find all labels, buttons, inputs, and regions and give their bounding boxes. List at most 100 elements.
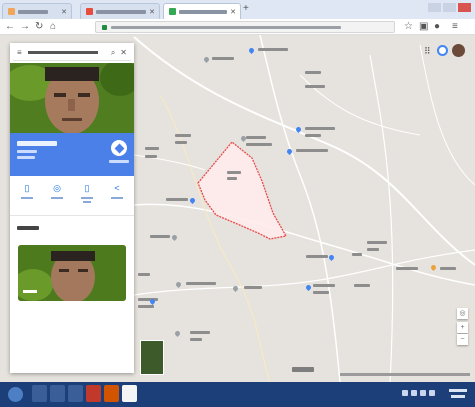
map-label (306, 255, 328, 258)
share-button[interactable]: < (103, 183, 131, 199)
address-bar[interactable] (95, 21, 395, 33)
map-label (150, 235, 170, 238)
tab-close-icon[interactable]: ✕ (230, 9, 236, 16)
search-query (27, 51, 98, 54)
account-avatar[interactable] (452, 44, 465, 57)
zoom-out-button[interactable]: − (457, 334, 468, 345)
home-icon[interactable]: ⌂ (50, 21, 56, 32)
directions-button[interactable] (111, 140, 127, 156)
tray-icon[interactable] (402, 390, 408, 396)
map-label (313, 284, 335, 287)
map-label (354, 284, 370, 287)
map-label (440, 267, 456, 270)
search-box[interactable]: ≡ ⌕ ✕ (13, 45, 131, 61)
action-label (81, 197, 93, 199)
map-label (396, 267, 418, 270)
directions-label (109, 160, 129, 163)
desktop: ✕ ✕ ✕ + ← → ↻ ⌂ ☆ ▣ ● ≡ + − ◎ ⠿ ≡ ⌕ ✕ ▯ … (0, 0, 475, 407)
map-label (175, 141, 187, 144)
action-label (21, 197, 33, 199)
browser-tab-2[interactable]: ✕ (80, 3, 160, 19)
taskbar-app-icon[interactable] (32, 385, 47, 402)
search-icon[interactable]: ⌕ (111, 48, 115, 57)
map-label (227, 171, 241, 174)
map-label (246, 136, 266, 139)
bookmark-star-icon[interactable]: ☆ (404, 21, 413, 32)
nearby-icon: ◎ (53, 183, 61, 193)
map-attribution (340, 373, 470, 376)
map-label (305, 85, 325, 88)
browser-tab-strip: ✕ ✕ ✕ + (0, 0, 475, 19)
minimize-icon[interactable] (428, 3, 441, 12)
maximize-icon[interactable] (443, 3, 456, 12)
map-label (166, 198, 188, 201)
profile-icon[interactable]: ● (434, 21, 440, 32)
tab-favicon-icon (8, 8, 15, 15)
close-window-icon[interactable] (458, 3, 471, 12)
reload-icon[interactable]: ↻ (35, 21, 43, 32)
share-icon: < (114, 183, 120, 193)
taskbar-app-icon[interactable] (68, 385, 83, 402)
save-button[interactable]: ▯ (13, 183, 41, 199)
action-row: ▯ ◎ ▯ < (10, 178, 134, 216)
place-subtitle-2 (17, 156, 35, 159)
send-to-phone-button[interactable]: ▯ (73, 183, 101, 203)
taskbar-clock[interactable] (449, 389, 467, 392)
back-icon[interactable]: ← (5, 21, 15, 32)
photo-caption (23, 290, 37, 293)
map-label (305, 71, 321, 74)
place-name (17, 141, 57, 146)
tab-title (18, 9, 48, 14)
browser-toolbar: ← → ↻ ⌂ ☆ ▣ ● ≡ (0, 19, 475, 35)
google-logo (292, 367, 314, 372)
extension-icon[interactable]: ▣ (419, 21, 428, 32)
map-label (175, 134, 191, 137)
satellite-layer-thumbnail[interactable] (140, 340, 164, 375)
map-label (305, 127, 335, 130)
map-label (367, 248, 379, 251)
my-location-icon[interactable]: ◎ (457, 308, 468, 319)
tray-icon[interactable] (420, 390, 426, 396)
taskbar-app-icon[interactable] (86, 385, 101, 402)
tab-title (96, 9, 146, 14)
tab-close-icon[interactable]: ✕ (149, 9, 155, 16)
place-info-panel: ≡ ⌕ ✕ ▯ ◎ ▯ < (10, 43, 134, 373)
zoom-in-button[interactable]: + (457, 322, 468, 333)
map-label (305, 134, 321, 137)
taskbar-app-icon[interactable] (50, 385, 65, 402)
lock-icon (102, 24, 107, 30)
map-label (313, 291, 329, 294)
notifications-icon[interactable] (437, 45, 448, 56)
photo-face (10, 63, 134, 133)
taskbar-app-icon[interactable] (104, 385, 119, 402)
start-icon[interactable] (8, 387, 23, 402)
forward-icon[interactable]: → (20, 21, 30, 32)
place-header (10, 133, 134, 176)
nearby-button[interactable]: ◎ (43, 183, 71, 199)
map-label (212, 57, 234, 60)
menu-icon[interactable]: ≡ (452, 21, 458, 32)
map-label (296, 149, 328, 152)
new-tab-icon[interactable]: + (243, 3, 249, 14)
tab-close-icon[interactable]: ✕ (61, 9, 67, 16)
photo-thumbnail[interactable] (18, 245, 126, 301)
map-label (258, 48, 288, 51)
taskbar-chrome-icon[interactable] (122, 385, 137, 402)
windows-taskbar (0, 382, 475, 407)
place-subtitle (17, 150, 37, 153)
tab-favicon-icon (169, 8, 176, 15)
map-label (352, 253, 362, 256)
send-to-phone-icon: ▯ (84, 183, 90, 193)
map-label (190, 331, 210, 334)
place-photo[interactable] (10, 63, 134, 133)
apps-grid-icon[interactable]: ⠿ (424, 47, 431, 56)
tray-icon[interactable] (429, 390, 435, 396)
menu-icon[interactable]: ≡ (17, 48, 22, 57)
tab-title (179, 9, 227, 14)
browser-tab-1[interactable]: ✕ (2, 3, 72, 19)
browser-tab-3[interactable]: ✕ (163, 3, 241, 19)
close-icon[interactable]: ✕ (120, 48, 127, 57)
tray-icon[interactable] (411, 390, 417, 396)
map-label (145, 155, 157, 158)
map-label (145, 147, 159, 150)
